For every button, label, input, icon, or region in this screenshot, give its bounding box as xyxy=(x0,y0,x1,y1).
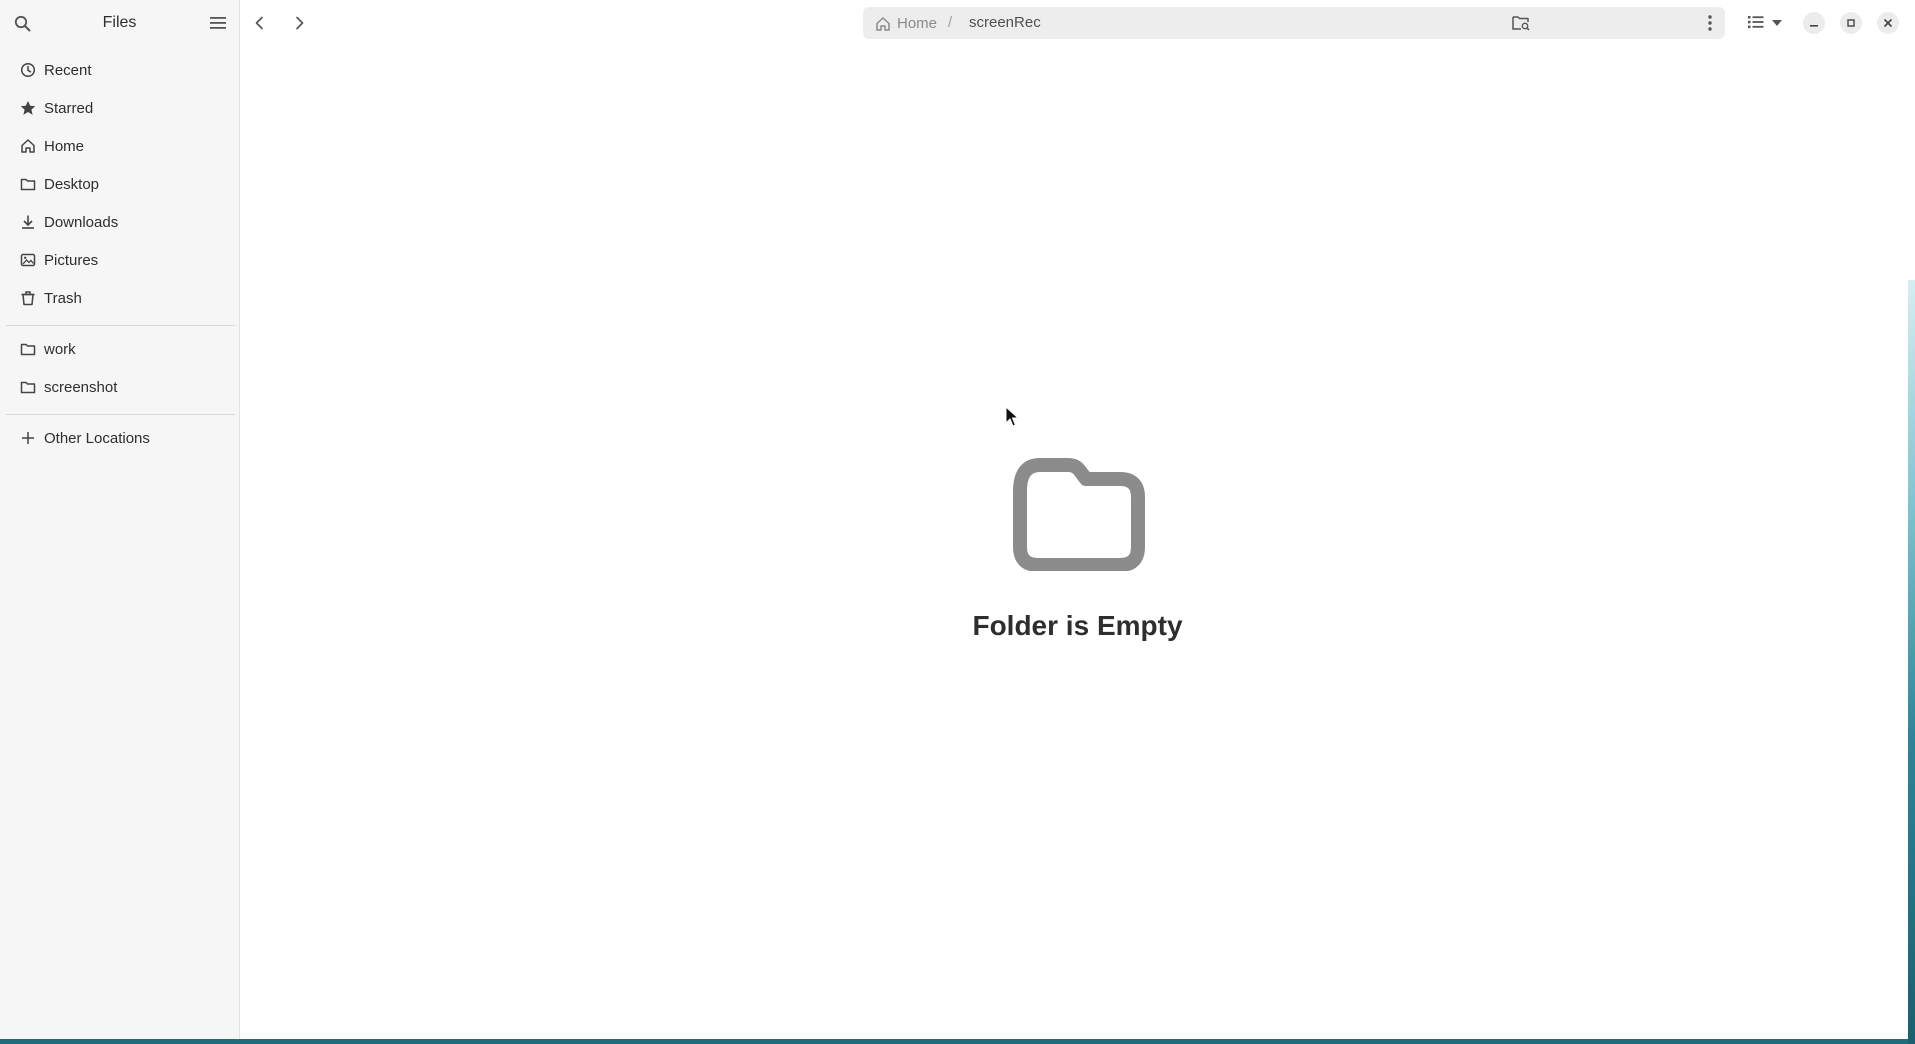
sidebar-header: Files xyxy=(0,0,239,46)
chevron-right-icon xyxy=(296,16,304,30)
sidebar-item-trash[interactable]: Trash xyxy=(6,281,233,315)
chevron-left-icon xyxy=(255,16,263,30)
image-icon xyxy=(20,253,36,267)
breadcrumb-home-label: Home xyxy=(897,15,938,32)
chevron-down-icon xyxy=(1772,20,1782,26)
sidebar: Files Recent Starred Home Desktop Downlo… xyxy=(0,0,240,1039)
plus-icon xyxy=(22,432,34,444)
sidebar-divider xyxy=(6,414,235,415)
sidebar-item-other-locations[interactable]: Other Locations xyxy=(6,421,233,455)
close-icon xyxy=(1883,18,1893,28)
sidebar-item-label: work xyxy=(44,341,76,358)
sidebar-item-label: Pictures xyxy=(44,252,99,269)
breadcrumb-separator: / xyxy=(948,14,953,31)
sidebar-item-screenshot[interactable]: screenshot xyxy=(6,370,233,404)
star-icon xyxy=(20,101,36,115)
view-options-button[interactable] xyxy=(1766,9,1790,37)
download-icon xyxy=(22,215,34,229)
sidebar-item-starred[interactable]: Starred xyxy=(6,91,233,125)
hamburger-menu-icon xyxy=(210,17,226,29)
folder-icon xyxy=(20,178,36,191)
sidebar-item-label: Other Locations xyxy=(44,430,150,447)
sidebar-item-label: screenshot xyxy=(44,379,118,396)
sidebar-divider xyxy=(6,325,235,326)
desktop-background xyxy=(1908,280,1915,1044)
back-button[interactable] xyxy=(244,9,276,37)
sidebar-item-label: Starred xyxy=(44,100,94,117)
list-view-icon xyxy=(1748,16,1764,29)
sidebar-item-pictures[interactable]: Pictures xyxy=(6,243,233,277)
folder-icon xyxy=(1013,458,1145,571)
main-menu-button[interactable] xyxy=(204,11,232,35)
maximize-icon xyxy=(1847,19,1855,27)
file-view[interactable]: Folder is Empty xyxy=(240,46,1915,1039)
files-window: Files Recent Starred Home Desktop Downlo… xyxy=(0,0,1915,1039)
sidebar-item-label: Desktop xyxy=(44,176,100,193)
path-bar: Home / screenRec xyxy=(863,7,1725,39)
sidebar-item-work[interactable]: work xyxy=(6,332,233,366)
trash-icon xyxy=(21,291,35,306)
folder-icon xyxy=(20,343,36,356)
sidebar-item-downloads[interactable]: Downloads xyxy=(6,205,233,239)
sidebar-item-desktop[interactable]: Desktop xyxy=(6,167,233,201)
close-button[interactable] xyxy=(1877,12,1899,34)
search-in-folder-button[interactable] xyxy=(1504,9,1536,37)
clock-icon xyxy=(20,62,36,78)
headerbar: Home / screenRec xyxy=(240,0,1915,46)
minimize-icon xyxy=(1810,25,1818,27)
home-icon xyxy=(876,17,890,31)
mouse-pointer-icon xyxy=(1005,406,1019,427)
empty-folder-message: Folder is Empty xyxy=(972,610,1183,641)
sidebar-item-home[interactable]: Home xyxy=(6,129,233,163)
home-icon xyxy=(21,139,35,153)
sidebar-item-label: Recent xyxy=(44,62,92,79)
maximize-button[interactable] xyxy=(1840,12,1862,34)
forward-button[interactable] xyxy=(283,9,315,37)
path-menu-button[interactable] xyxy=(1701,13,1719,33)
sidebar-item-label: Downloads xyxy=(44,214,119,231)
folder-icon xyxy=(20,381,36,394)
sidebar-item-label: Trash xyxy=(44,290,82,307)
folder-search-icon xyxy=(1512,16,1530,31)
sidebar-item-label: Home xyxy=(44,138,85,155)
sidebar-item-recent[interactable]: Recent xyxy=(6,53,233,87)
kebab-menu-icon xyxy=(1708,15,1712,31)
breadcrumb-current[interactable]: screenRec xyxy=(969,14,1041,31)
minimize-button[interactable] xyxy=(1803,12,1825,34)
